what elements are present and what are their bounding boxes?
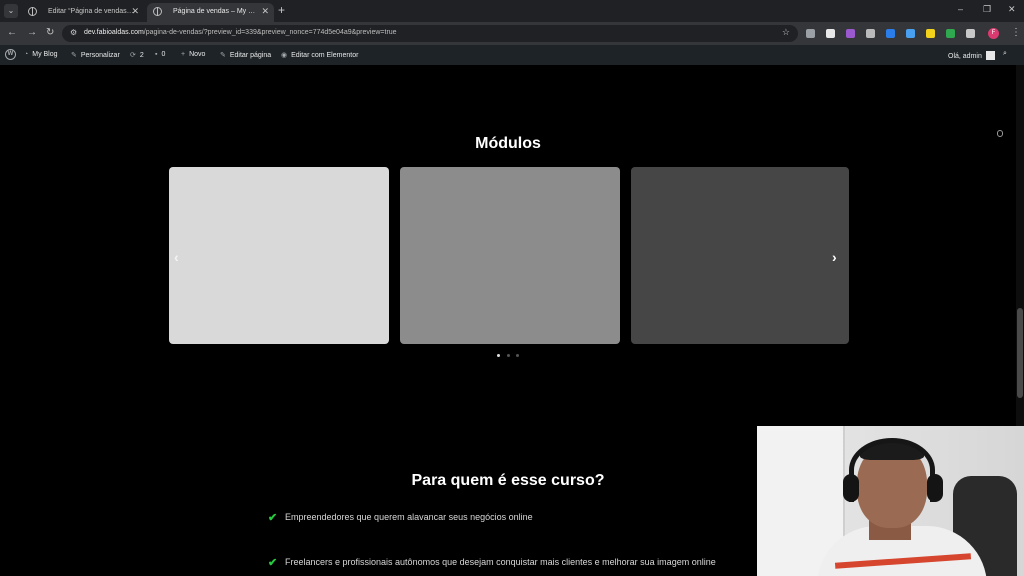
- extension-icon[interactable]: [926, 29, 935, 38]
- carousel-dot[interactable]: [507, 354, 510, 357]
- headset-earcup-left: [843, 474, 859, 502]
- carousel-card[interactable]: [400, 167, 620, 344]
- customize-label: Personalizar: [80, 52, 120, 59]
- check-icon: ✔: [268, 512, 278, 524]
- restore-icon[interactable]: ❐: [983, 4, 991, 15]
- dashboard-icon: ◔: [24, 51, 29, 58]
- webcam-overlay: [757, 426, 1024, 576]
- browser-tab-strip: ⌄ Editar “Página de vendas” com ✕ Página…: [0, 0, 1024, 22]
- scrollbar-thumb[interactable]: [1017, 308, 1023, 398]
- pencil-icon: ✎: [220, 52, 226, 59]
- carousel-card[interactable]: [631, 167, 849, 344]
- edit-page-label: Editar página: [229, 52, 272, 59]
- modules-heading: Módulos: [475, 135, 541, 152]
- tab-pagina-de-vendas[interactable]: Página de vendas – My Blog ✕: [147, 3, 274, 22]
- bookmark-star-icon[interactable]: ☆: [782, 27, 790, 38]
- reload-icon[interactable]: ↻: [46, 27, 54, 38]
- headset-icon: [849, 438, 935, 502]
- admin-customize-link[interactable]: ✎ Personalizar: [71, 51, 120, 59]
- close-icon[interactable]: ✕: [131, 3, 139, 20]
- tab-label: Editar “Página de vendas” com: [48, 8, 134, 15]
- close-window-icon[interactable]: ✕: [1008, 4, 1016, 15]
- url-text: dev.fabioaldas.com/pagina-de-vendas/?pre…: [84, 29, 397, 36]
- site-name: My Blog: [32, 51, 58, 58]
- greeting-label: Olá, admin: [948, 53, 982, 60]
- minimize-icon[interactable]: –: [958, 4, 963, 14]
- admin-edit-page-link[interactable]: ✎ Editar página: [220, 51, 271, 59]
- forward-arrow-icon[interactable]: →: [27, 27, 37, 38]
- edit-elementor-label: Editar com Elementor: [291, 52, 359, 59]
- headset-earcup-right: [927, 474, 943, 502]
- extension-icon[interactable]: [966, 29, 975, 38]
- brush-icon: ✎: [71, 52, 77, 59]
- admin-account-menu[interactable]: Olá, admin: [948, 51, 995, 60]
- audience-item: Freelancers e profissionais autônomos qu…: [285, 557, 716, 567]
- updates-count: 2: [139, 52, 144, 59]
- tab-editar-pagina[interactable]: Editar “Página de vendas” com ✕: [22, 3, 144, 22]
- extension-icon[interactable]: [866, 29, 875, 38]
- comments-count: 0: [161, 51, 166, 58]
- wordpress-logo-icon[interactable]: W: [5, 49, 16, 60]
- back-arrow-icon[interactable]: ←: [7, 27, 17, 38]
- globe-icon: [28, 7, 37, 16]
- audience-item: Empreendedores que querem alavancar seus…: [285, 512, 533, 522]
- carousel-dot[interactable]: [497, 354, 500, 357]
- plus-icon[interactable]: +: [278, 3, 285, 17]
- extension-icon[interactable]: [906, 29, 915, 38]
- admin-site-link[interactable]: ◔ My Blog: [24, 51, 58, 58]
- extension-icon[interactable]: [806, 29, 815, 38]
- globe-icon: [153, 7, 162, 16]
- carousel-dot[interactable]: [516, 354, 519, 357]
- avatar: [985, 51, 995, 60]
- plus-icon: +: [181, 51, 186, 58]
- wp-admin-bar: W ◔ My Blog ✎ Personalizar ⟳ 2 ▪ 0 + Novo ✎ Ed…: [0, 45, 1024, 65]
- tab-search-icon[interactable]: ⌄: [4, 4, 18, 18]
- site-info-icon[interactable]: ⚙: [70, 28, 77, 37]
- chevron-right-icon[interactable]: ›: [832, 249, 837, 265]
- tab-label: Página de vendas – My Blog: [173, 8, 259, 15]
- new-label: Novo: [189, 51, 206, 58]
- search-icon[interactable]: ⌕: [1003, 50, 1007, 58]
- extension-icon[interactable]: [946, 29, 955, 38]
- carousel-card[interactable]: [169, 167, 389, 344]
- url-path: /pagina-de-vendas/?preview_id=339&previe…: [143, 29, 397, 36]
- url-input[interactable]: ⚙ dev.fabioaldas.com/pagina-de-vendas/?p…: [62, 25, 798, 42]
- address-bar-row: ← → ↻ ⚙ dev.fabioaldas.com/pagina-de-ven…: [0, 22, 1024, 45]
- close-icon[interactable]: ✕: [261, 3, 269, 20]
- extension-icon[interactable]: [846, 29, 855, 38]
- extension-icon[interactable]: [886, 29, 895, 38]
- profile-avatar[interactable]: F: [988, 28, 999, 39]
- comment-icon: ▪: [155, 51, 158, 58]
- admin-comments-link[interactable]: ▪ 0: [155, 51, 165, 58]
- chevron-left-icon[interactable]: ‹: [174, 249, 179, 265]
- elementor-icon: ◉: [281, 52, 288, 59]
- admin-new-link[interactable]: + Novo: [181, 51, 205, 58]
- extension-icon[interactable]: [826, 29, 835, 38]
- check-icon: ✔: [268, 557, 278, 569]
- updates-icon: ⟳: [130, 52, 136, 59]
- menu-kebab-icon[interactable]: ⋮: [1011, 27, 1021, 38]
- admin-updates-link[interactable]: ⟳ 2: [130, 51, 144, 59]
- admin-elementor-link[interactable]: ◉ Editar com Elementor: [281, 51, 358, 59]
- url-host: dev.fabioaldas.com: [84, 29, 144, 36]
